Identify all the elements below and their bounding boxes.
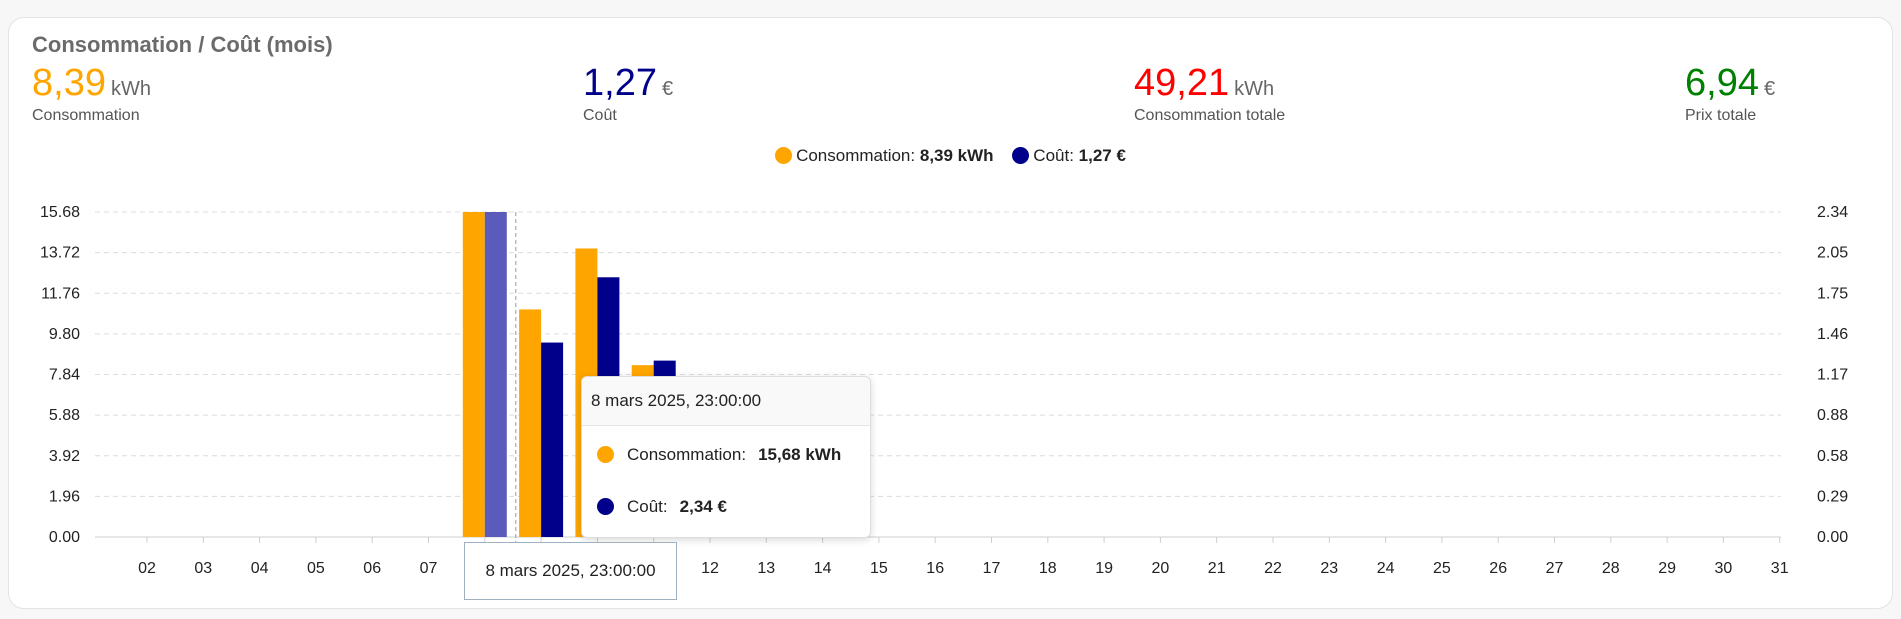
consumption-cost-chart: 0.00 0.00 1.96 0.29 3.92 0.58 5.88 0.88 7.84 1.17…: [40, 204, 1848, 577]
x-tick-label: 07: [420, 560, 438, 577]
bar-cost: [541, 342, 564, 537]
x-tick-label: 16: [926, 560, 944, 577]
y-left-tick-label: 15.68: [40, 204, 80, 221]
y-right-tick-label: 1.46: [1817, 326, 1848, 343]
x-tick-label: 17: [983, 560, 1001, 577]
x-tick-label: 29: [1658, 560, 1676, 577]
x-tick-label: 03: [194, 560, 212, 577]
x-axis-hover-label: 8 mars 2025, 23:00:00: [464, 542, 677, 600]
y-left-tick-label: 1.96: [49, 488, 80, 505]
x-tick-label: 12: [701, 560, 719, 577]
tooltip-cost-label: Coût:: [627, 497, 668, 516]
y-right-tick-label: 0.00: [1817, 529, 1848, 546]
x-tick-label: 06: [363, 560, 381, 577]
y-right-tick-label: 0.88: [1817, 407, 1848, 424]
tooltip-cost-value: 2,34 €: [679, 497, 727, 516]
x-tick-label: 18: [1039, 560, 1057, 577]
x-tick-label: 20: [1152, 560, 1170, 577]
tooltip-cost-dot-icon: [597, 498, 614, 515]
tooltip-row-consumption: Consommation: 15,68 kWh: [597, 445, 841, 465]
y-left-tick-label: 3.92: [49, 448, 80, 465]
x-tick-label: 22: [1264, 560, 1282, 577]
x-tick-label: 31: [1771, 560, 1789, 577]
x-tick-label: 25: [1433, 560, 1451, 577]
x-tick-label: 28: [1602, 560, 1620, 577]
y-right-tick-label: 0.29: [1817, 488, 1848, 505]
tooltip-consumption-value: 15,68 kWh: [758, 445, 842, 464]
x-tick-label: 23: [1320, 560, 1338, 577]
tooltip-row-cost: Coût: 2,34 €: [597, 497, 727, 517]
x-tick-label: 15: [870, 560, 888, 577]
y-right-tick-label: 1.75: [1817, 285, 1848, 302]
tooltip-title: 8 mars 2025, 23:00:00: [582, 377, 870, 426]
y-left-tick-label: 5.88: [49, 407, 80, 424]
x-tick-label: 14: [814, 560, 832, 577]
y-right-tick-label: 2.05: [1817, 245, 1848, 262]
x-tick-label: 05: [307, 560, 325, 577]
x-tick-label: 21: [1208, 560, 1226, 577]
bar-consumption: [519, 309, 542, 537]
x-tick-label: 19: [1095, 560, 1113, 577]
x-tick-label: 24: [1377, 560, 1395, 577]
y-right-tick-label: 2.34: [1817, 204, 1848, 221]
y-left-tick-label: 13.72: [40, 245, 80, 262]
y-left-tick-label: 7.84: [49, 367, 80, 384]
x-tick-label: 26: [1489, 560, 1507, 577]
tooltip-consumption-label: Consommation:: [627, 445, 747, 464]
y-right-tick-label: 0.58: [1817, 448, 1848, 465]
y-left-tick-label: 11.76: [41, 285, 80, 302]
tooltip-consumption-dot-icon: [597, 446, 614, 463]
x-tick-label: 04: [251, 560, 269, 577]
bar-consumption: [462, 212, 485, 537]
chart-tooltip: 8 mars 2025, 23:00:00 Consommation: 15,68…: [581, 376, 871, 538]
y-left-tick-label: 9.80: [49, 326, 80, 343]
y-left-tick-label: 0.00: [49, 529, 80, 546]
x-tick-label: 13: [757, 560, 775, 577]
bar-cost: [484, 212, 507, 537]
x-tick-label: 30: [1715, 560, 1733, 577]
y-right-tick-label: 1.17: [1817, 367, 1848, 384]
x-tick-label: 27: [1546, 560, 1564, 577]
x-tick-label: 02: [138, 560, 156, 577]
